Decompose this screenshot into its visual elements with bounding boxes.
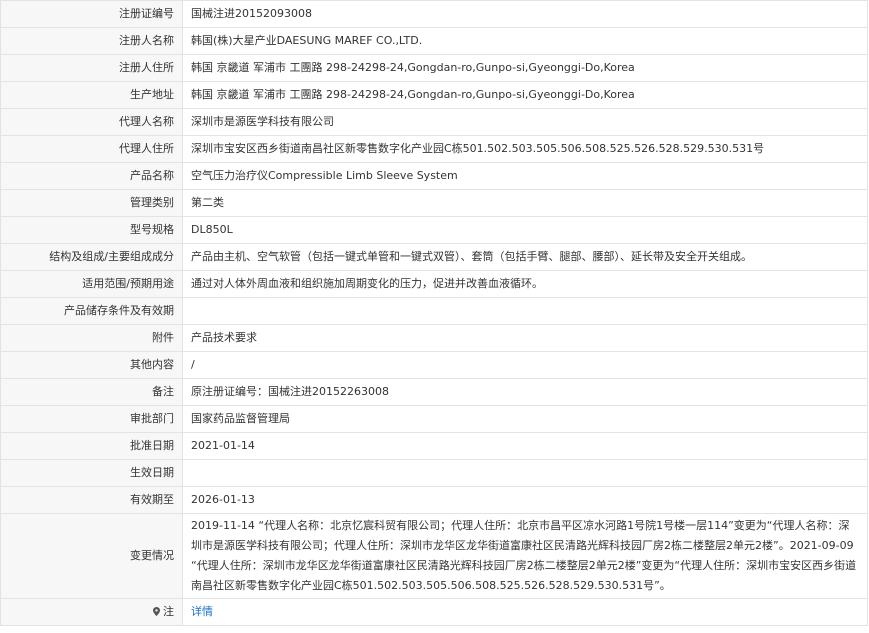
row-value <box>182 297 868 325</box>
row-label: 审批部门 <box>0 405 183 433</box>
row-label: 生产地址 <box>0 81 183 109</box>
table-row: 生产地址 韩国 京畿道 军浦市 工團路 298-24298-24,Gongdan-… <box>0 81 868 109</box>
table-row: 代理人名称 深圳市是源医学科技有限公司 <box>0 108 868 136</box>
row-label: 批准日期 <box>0 432 183 460</box>
row-label: 代理人名称 <box>0 108 183 136</box>
table-row: 结构及组成/主要组成成分 产品由主机、空气软管（包括一键式单管和一键式双管）、套筒… <box>0 243 868 271</box>
row-value: 韩国(株)大星产业DAESUNG MAREF CO.,LTD. <box>182 27 868 55</box>
row-value: 韩国 京畿道 军浦市 工團路 298-24298-24,Gongdan-ro,G… <box>182 81 868 109</box>
table-row: 其他内容 / <box>0 351 868 379</box>
note-label-text: 注 <box>163 605 174 618</box>
row-label: 产品储存条件及有效期 <box>0 297 183 325</box>
details-link[interactable]: 详情 <box>191 605 213 618</box>
row-label: 注册证编号 <box>0 0 183 28</box>
table-row: 适用范围/预期用途 通过对人体外周血液和组织施加周期变化的压力，促进并改善血液循环… <box>0 270 868 298</box>
row-value: / <box>182 351 868 379</box>
row-value-changes: 2019-11-14 “代理人名称：北京忆宸科贸有限公司；代理人住所：北京市昌平… <box>182 513 868 599</box>
row-label: 注册人住所 <box>0 54 183 82</box>
row-value-note: 详情 <box>182 598 868 626</box>
table-row: 附件 产品技术要求 <box>0 324 868 352</box>
table-row: 审批部门 国家药品监督管理局 <box>0 405 868 433</box>
table-row: 注册证编号 国械注进20152093008 <box>0 0 868 28</box>
row-value <box>182 459 868 487</box>
row-label: 附件 <box>0 324 183 352</box>
table-row: 管理类别 第二类 <box>0 189 868 217</box>
row-value: 国家药品监督管理局 <box>182 405 868 433</box>
row-label: 备注 <box>0 378 183 406</box>
row-label: 生效日期 <box>0 459 183 487</box>
row-value: DL850L <box>182 216 868 244</box>
row-label: 适用范围/预期用途 <box>0 270 183 298</box>
table-row: 注册人名称 韩国(株)大星产业DAESUNG MAREF CO.,LTD. <box>0 27 868 55</box>
row-label: 结构及组成/主要组成成分 <box>0 243 183 271</box>
row-value: 原注册证编号：国械注进20152263008 <box>182 378 868 406</box>
location-pin-icon <box>153 607 160 616</box>
row-value: 通过对人体外周血液和组织施加周期变化的压力，促进并改善血液循环。 <box>182 270 868 298</box>
row-value: 产品由主机、空气软管（包括一键式单管和一键式双管）、套筒（包括手臂、腿部、腰部）… <box>182 243 868 271</box>
table-row: 产品名称 空气压力治疗仪Compressible Limb Sleeve Syst… <box>0 162 868 190</box>
table-row: 型号规格 DL850L <box>0 216 868 244</box>
row-label: 注册人名称 <box>0 27 183 55</box>
row-label-note: 注 <box>0 598 183 626</box>
row-label: 管理类别 <box>0 189 183 217</box>
row-label: 有效期至 <box>0 486 183 514</box>
row-label: 型号规格 <box>0 216 183 244</box>
row-value: 国械注进20152093008 <box>182 0 868 28</box>
table-row: 变更情况 2019-11-14 “代理人名称：北京忆宸科贸有限公司；代理人住所：… <box>0 513 868 599</box>
row-label: 代理人住所 <box>0 135 183 163</box>
row-value: 深圳市宝安区西乡街道南昌社区新零售数字化产业园C栋501.502.503.505… <box>182 135 868 163</box>
registration-info-table: 注册证编号 国械注进20152093008 注册人名称 韩国(株)大星产业DAESUN… <box>0 0 868 626</box>
row-value: 2021-01-14 <box>182 432 868 460</box>
table-row: 有效期至 2026-01-13 <box>0 486 868 514</box>
row-value: 深圳市是源医学科技有限公司 <box>182 108 868 136</box>
table-row: 批准日期 2021-01-14 <box>0 432 868 460</box>
row-value: 产品技术要求 <box>182 324 868 352</box>
row-label: 其他内容 <box>0 351 183 379</box>
row-value: 韩国 京畿道 军浦市 工團路 298-24298-24,Gongdan-ro,G… <box>182 54 868 82</box>
table-row: 注 详情 <box>0 598 868 626</box>
table-row: 备注 原注册证编号：国械注进20152263008 <box>0 378 868 406</box>
table-row: 代理人住所 深圳市宝安区西乡街道南昌社区新零售数字化产业园C栋501.502.50… <box>0 135 868 163</box>
row-value: 2026-01-13 <box>182 486 868 514</box>
table-row: 生效日期 <box>0 459 868 487</box>
row-value: 第二类 <box>182 189 868 217</box>
table-row: 产品储存条件及有效期 <box>0 297 868 325</box>
row-label-changes: 变更情况 <box>0 513 183 599</box>
table-row: 注册人住所 韩国 京畿道 军浦市 工團路 298-24298-24,Gongdan… <box>0 54 868 82</box>
row-label: 产品名称 <box>0 162 183 190</box>
row-value: 空气压力治疗仪Compressible Limb Sleeve System <box>182 162 868 190</box>
